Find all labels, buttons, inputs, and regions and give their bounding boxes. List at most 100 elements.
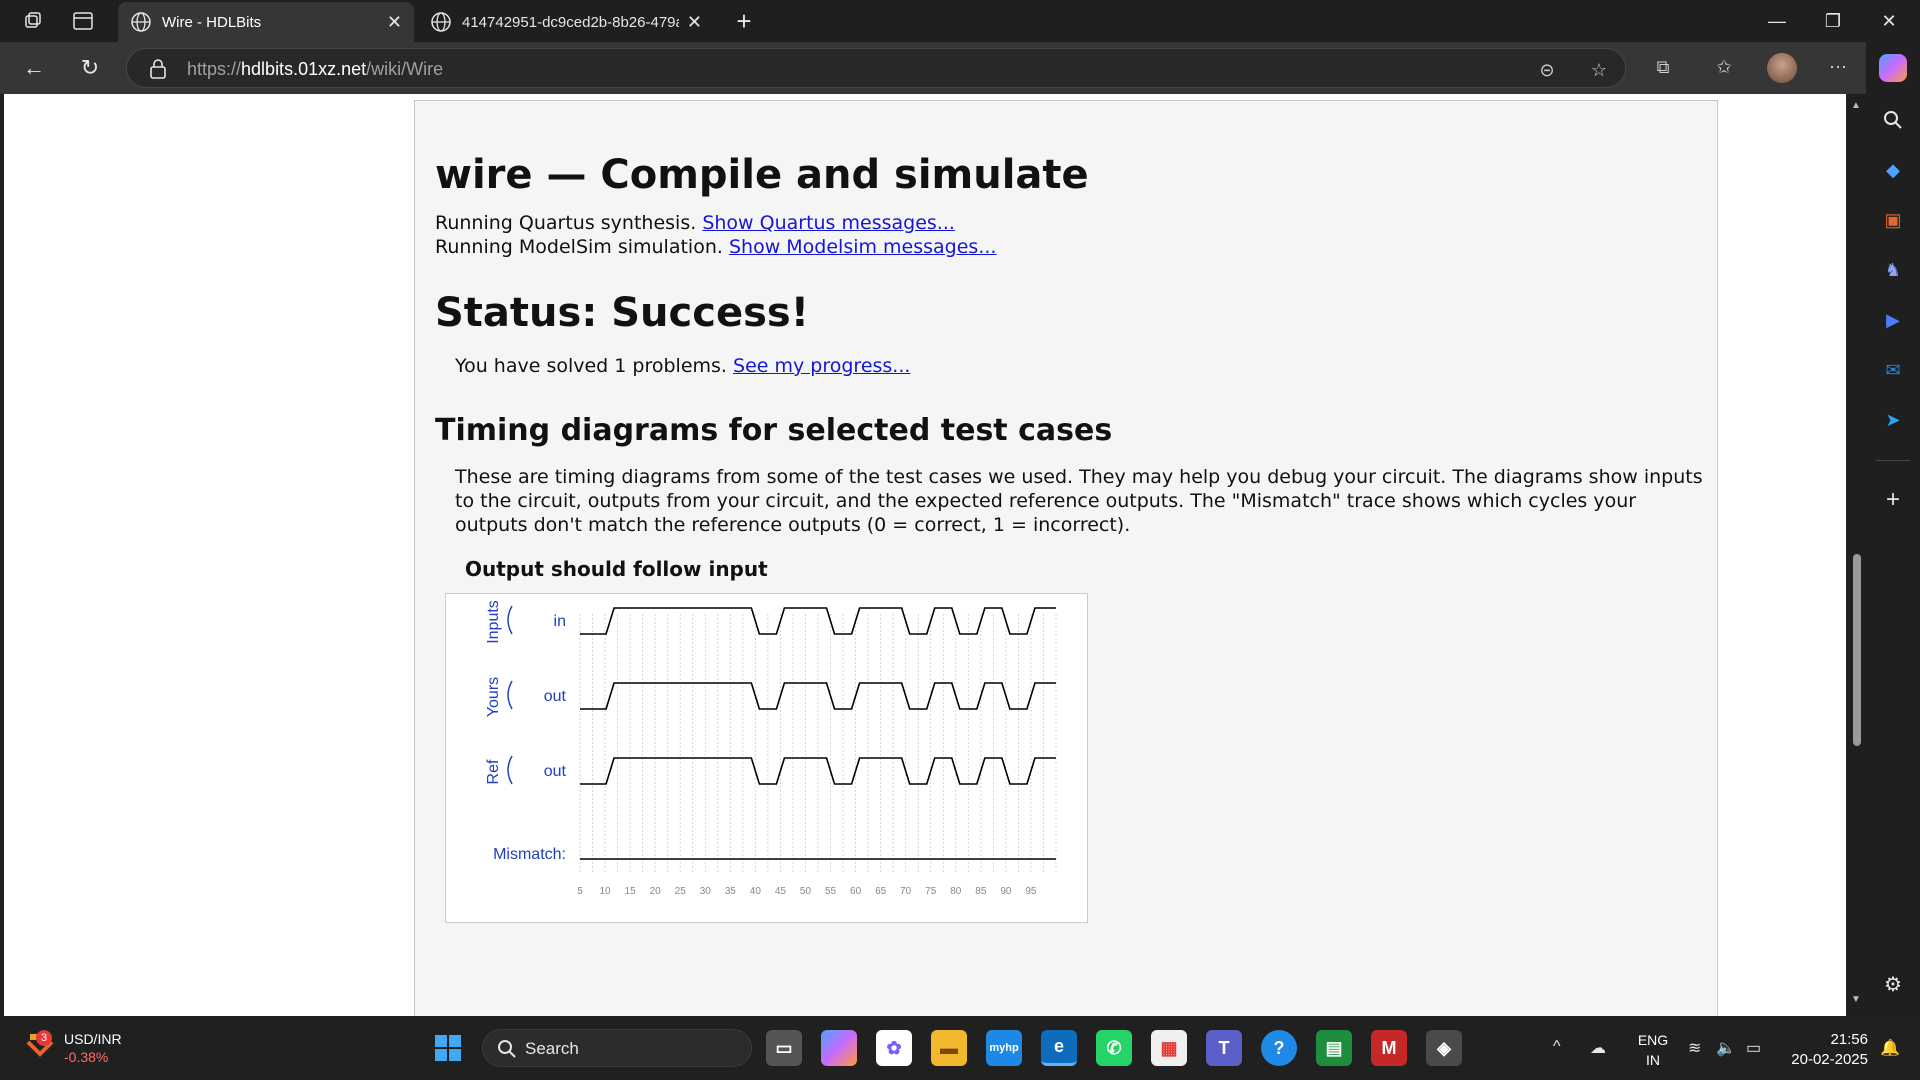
close-window-icon[interactable]: ✕: [1861, 0, 1917, 42]
volume-icon[interactable]: 🔈: [1716, 1038, 1736, 1058]
wifi-icon[interactable]: ≋: [1688, 1038, 1701, 1058]
minimize-icon[interactable]: —: [1749, 0, 1805, 42]
x-tick-label: 30: [700, 886, 712, 897]
x-tick-label: 90: [1000, 886, 1012, 897]
tab-label: 414742951-dc9ced2b-8b26-479a: [462, 13, 679, 31]
date: 20-02-2025: [1791, 1051, 1868, 1068]
ai-app-icon[interactable]: ✿: [876, 1030, 912, 1066]
url-text[interactable]: https://hdlbits.01xz.net/wiki/Wire: [187, 59, 443, 80]
teams-icon[interactable]: T: [1206, 1030, 1242, 1066]
battery-icon[interactable]: ▭: [1746, 1038, 1761, 1058]
outlook-icon[interactable]: ✉: [1879, 356, 1907, 384]
tab-wire-hdlbits[interactable]: Wire - HDLBits ✕: [118, 2, 414, 42]
windows-start-icon[interactable]: [430, 1030, 466, 1066]
x-tick-label: 80: [950, 886, 962, 897]
x-tick-label: 35: [725, 886, 737, 897]
title-bar: Wire - HDLBits ✕ 414742951-dc9ced2b-8b26…: [0, 0, 1920, 42]
edge-sidebar: ◆ ▣ ♞ ▶ ✉ ➤ + ⚙: [1866, 42, 1920, 1016]
task-view-icon[interactable]: ▭: [766, 1030, 802, 1066]
x-tick-label: 50: [800, 886, 812, 897]
mcafee-icon[interactable]: M: [1371, 1030, 1407, 1066]
scroll-thumb[interactable]: [1853, 554, 1861, 746]
onedrive-error-icon[interactable]: ☁: [1590, 1038, 1606, 1058]
show-quartus-messages-link[interactable]: Show Quartus messages...: [702, 212, 955, 234]
show-modelsim-messages-link[interactable]: Show Modelsim messages...: [729, 236, 996, 258]
ticker-change: -0.38%: [64, 1049, 109, 1065]
scroll-up-icon[interactable]: ▲: [1850, 100, 1862, 111]
signal-label: out: [544, 763, 567, 780]
group-bracket: [507, 605, 513, 635]
x-tick-label: 75: [925, 886, 937, 897]
x-tick-label: 20: [650, 886, 662, 897]
group-bracket: [507, 680, 513, 710]
signal-label: in: [554, 613, 566, 630]
page-scrollbar[interactable]: ▲ ▼: [1846, 94, 1866, 1016]
myhp-icon[interactable]: myhp: [986, 1030, 1022, 1066]
add-sidebar-app-icon[interactable]: +: [1879, 486, 1907, 514]
x-tick-label: 85: [975, 886, 987, 897]
games-icon[interactable]: ♞: [1879, 256, 1907, 284]
tab-second[interactable]: 414742951-dc9ced2b-8b26-479a ✕: [418, 2, 714, 42]
stock-widget[interactable]: 3 USD/INR -0.38%: [22, 1030, 142, 1068]
modelsim-status-line: Running ModelSim simulation. Show Models…: [435, 236, 997, 258]
favorites-icon[interactable]: ✩: [1712, 55, 1736, 79]
notifications-icon[interactable]: 🔔: [1880, 1038, 1900, 1058]
shopping-tag-icon[interactable]: ◆: [1879, 156, 1907, 184]
copilot-app-icon[interactable]: [821, 1030, 857, 1066]
address-bar[interactable]: https://hdlbits.01xz.net/wiki/Wire ⊝ ☆: [126, 48, 1626, 88]
diagram-title: Output should follow input: [465, 557, 768, 581]
solved-line: You have solved 1 problems. See my progr…: [455, 355, 911, 377]
search-label: Search: [525, 1039, 579, 1058]
x-tick-label: 70: [900, 886, 912, 897]
extensions-icon[interactable]: ⧉: [1651, 55, 1675, 79]
file-explorer-icon[interactable]: ▬: [931, 1030, 967, 1066]
tools-icon[interactable]: ▣: [1879, 206, 1907, 234]
workspaces-icon[interactable]: [20, 9, 46, 33]
globe-icon: [431, 12, 451, 32]
help-icon[interactable]: ?: [1261, 1030, 1297, 1066]
page-title: wire — Compile and simulate: [435, 152, 1089, 198]
x-tick-label: 60: [850, 886, 862, 897]
group-label: Ref: [485, 759, 502, 784]
clock[interactable]: 21:56 20-02-2025: [1776, 1030, 1868, 1070]
back-icon[interactable]: ←: [18, 52, 50, 84]
language-indicator[interactable]: ENG IN: [1636, 1030, 1670, 1070]
classroom-icon[interactable]: ▤: [1316, 1030, 1352, 1066]
taskbar-search[interactable]: Search: [482, 1029, 752, 1067]
reading-view-icon[interactable]: ⊝: [1535, 58, 1559, 82]
x-tick-label: 15: [625, 886, 637, 897]
whatsapp-icon[interactable]: ✆: [1096, 1030, 1132, 1066]
globe-icon: [131, 12, 151, 32]
copilot-icon[interactable]: [1879, 54, 1907, 82]
tab-actions-icon[interactable]: [70, 9, 96, 33]
app-icon[interactable]: ◈: [1426, 1030, 1462, 1066]
x-tick-label: 95: [1025, 886, 1037, 897]
ticker-name: USD/INR: [64, 1031, 122, 1047]
scroll-down-icon[interactable]: ▼: [1850, 994, 1862, 1005]
search-icon: [498, 1040, 516, 1058]
restore-icon[interactable]: ❐: [1805, 0, 1861, 42]
more-options-icon[interactable]: ⋯: [1826, 55, 1850, 79]
show-hidden-icons-icon[interactable]: ^: [1553, 1038, 1561, 1056]
notification-badge: 3: [36, 1030, 52, 1046]
sidebar-divider: [1876, 460, 1910, 461]
timing-heading: Timing diagrams for selected test cases: [435, 413, 1113, 448]
timing-diagram: 5 10 15 20 25 30 35 40 45 50 55 60 65 70 75 80 85 90 95 in I…: [445, 593, 1088, 923]
group-label: Yours: [485, 677, 502, 717]
favorite-star-icon[interactable]: ☆: [1587, 58, 1611, 82]
new-tab-icon[interactable]: +: [731, 6, 757, 36]
see-progress-link[interactable]: See my progress...: [733, 355, 910, 377]
send-icon[interactable]: ➤: [1879, 406, 1907, 434]
store-icon[interactable]: ▦: [1151, 1030, 1187, 1066]
edge-browser-icon[interactable]: e: [1041, 1030, 1077, 1066]
search-icon[interactable]: [1879, 106, 1907, 134]
close-tab-icon[interactable]: ✕: [387, 12, 402, 33]
close-tab-icon[interactable]: ✕: [687, 12, 702, 33]
copilot-design-icon[interactable]: ▶: [1879, 306, 1907, 334]
navigation-bar: ← ↻ https://hdlbits.01xz.net/wiki/Wire ⊝…: [0, 42, 1920, 94]
settings-gear-icon[interactable]: ⚙: [1879, 970, 1907, 998]
lock-icon[interactable]: [149, 59, 167, 79]
profile-avatar[interactable]: [1767, 53, 1797, 83]
refresh-icon[interactable]: ↻: [74, 52, 106, 84]
group-bracket: [507, 755, 513, 785]
